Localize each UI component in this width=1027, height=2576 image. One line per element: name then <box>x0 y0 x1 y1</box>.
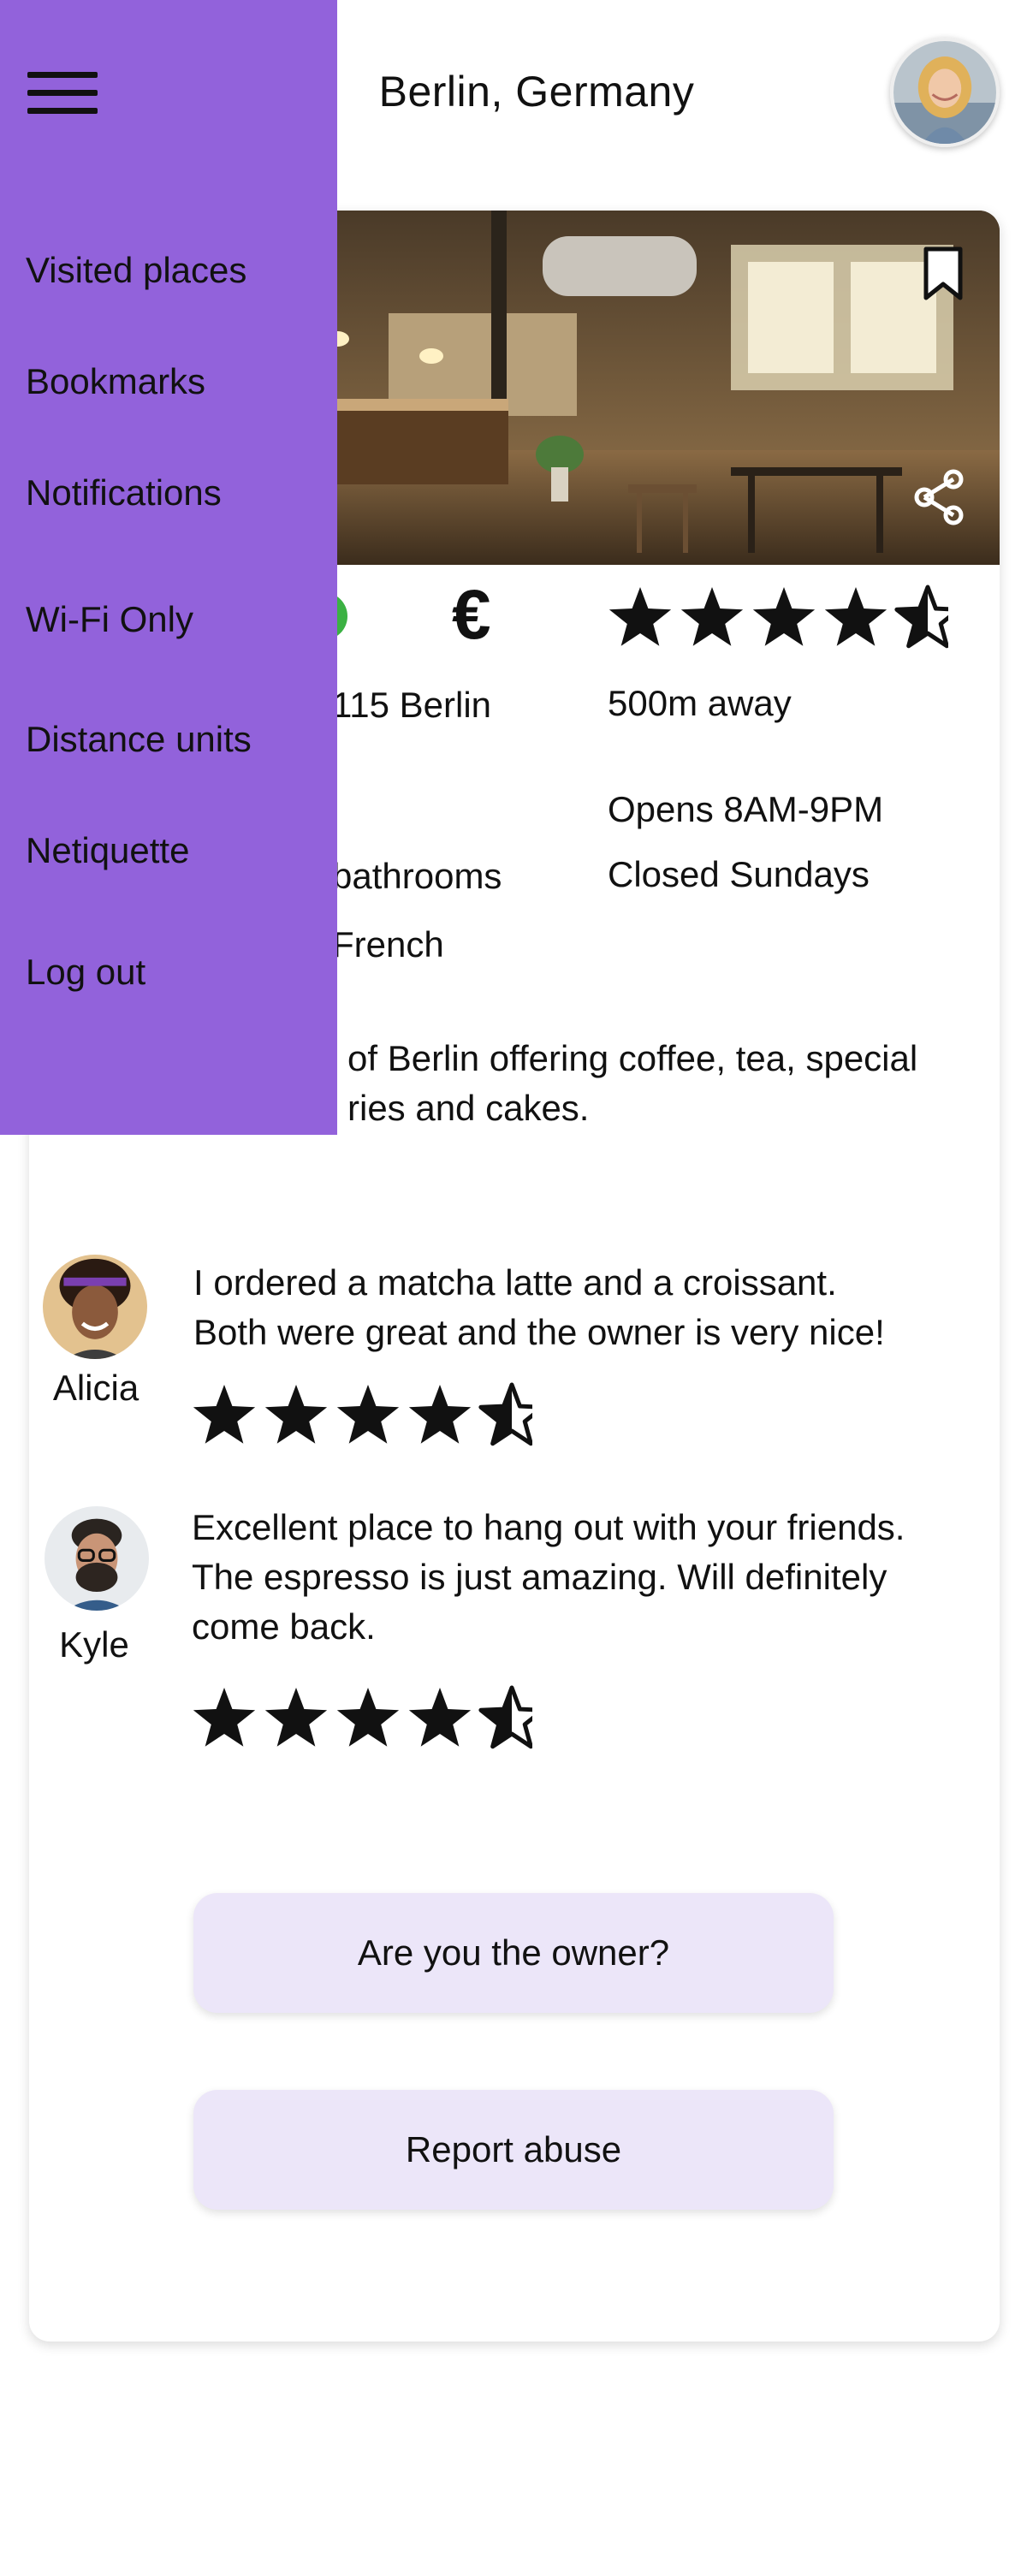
place-rating-stars <box>608 585 948 649</box>
report-abuse-button[interactable]: Report abuse <box>193 2090 834 2210</box>
share-icon[interactable] <box>909 467 969 527</box>
half-star-icon <box>478 1382 532 1446</box>
amenity-bathrooms: bathrooms <box>332 856 502 896</box>
star-icon <box>264 1385 328 1444</box>
half-star-icon <box>894 585 948 649</box>
bookmark-icon[interactable] <box>923 246 964 301</box>
hamburger-bar <box>27 90 98 96</box>
star-icon <box>193 1688 256 1747</box>
half-star-icon <box>478 1685 532 1749</box>
menu-item-wifi-only[interactable]: Wi-Fi Only <box>26 599 193 640</box>
star-icon <box>336 1688 400 1747</box>
review-line: The espresso is just amazing. Will defin… <box>192 1557 887 1597</box>
hamburger-bar <box>27 72 98 78</box>
user-avatar-image <box>893 41 996 144</box>
review-rating-stars <box>193 1685 532 1749</box>
user-avatar[interactable] <box>890 38 1000 147</box>
reviewer-photo <box>45 1506 149 1611</box>
hamburger-bar <box>27 108 98 114</box>
hamburger-icon[interactable] <box>27 72 98 115</box>
star-icon <box>752 587 816 646</box>
review-rating-stars <box>193 1382 532 1446</box>
reviewer-avatar <box>45 1506 149 1611</box>
opening-hours: Opens 8AM-9PM <box>608 789 884 829</box>
place-distance: 500m away <box>608 683 792 723</box>
menu-item-log-out[interactable]: Log out <box>26 952 145 993</box>
menu-item-netiquette[interactable]: Netiquette <box>26 830 189 871</box>
claim-ownership-button[interactable]: Are you the owner? <box>193 1893 834 2013</box>
review-text: Excellent place to hang out with your fr… <box>192 1503 1013 1652</box>
star-icon <box>264 1688 328 1747</box>
review-line: come back. <box>192 1606 376 1647</box>
star-icon <box>408 1688 472 1747</box>
closed-days: Closed Sundays <box>608 854 870 894</box>
price-level: € <box>452 576 491 654</box>
reviewer-name: Kyle <box>59 1624 129 1665</box>
reviewer-avatar <box>43 1255 147 1359</box>
place-address: 115 Berlin <box>332 685 492 725</box>
star-icon <box>608 587 672 646</box>
menu-item-bookmarks[interactable]: Bookmarks <box>26 361 205 402</box>
reviewer-photo <box>43 1255 147 1359</box>
review-text: I ordered a matcha latte and a croissant… <box>193 1258 1015 1357</box>
spoken-language: French <box>332 924 444 965</box>
review-line: I ordered a matcha latte and a croissant… <box>193 1262 837 1303</box>
reviewer-name: Alicia <box>52 1368 140 1408</box>
menu-item-notifications[interactable]: Notifications <box>26 472 222 513</box>
review-line: Excellent place to hang out with your fr… <box>192 1507 905 1547</box>
navigation-drawer: Visited places Bookmarks Notifications W… <box>0 0 337 1135</box>
star-icon <box>193 1385 256 1444</box>
place-detail-page: Berlin, Germany € 115 Berlin 500m away O… <box>0 0 1027 2576</box>
review-line: Both were great and the owner is very ni… <box>193 1312 885 1352</box>
star-icon <box>824 587 887 646</box>
menu-item-distance-units[interactable]: Distance units <box>26 719 252 760</box>
star-icon <box>336 1385 400 1444</box>
star-icon <box>408 1385 472 1444</box>
star-icon <box>680 587 744 646</box>
menu-item-visited-places[interactable]: Visited places <box>26 250 246 291</box>
